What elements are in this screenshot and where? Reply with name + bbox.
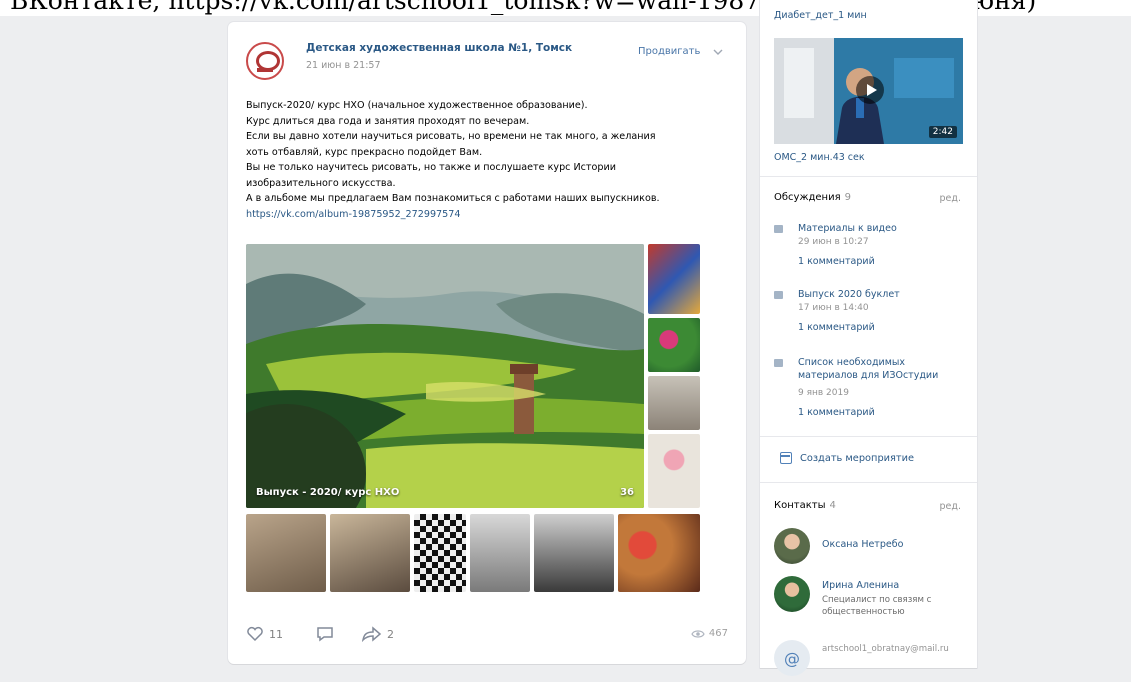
post-text-line: изобразительного искусства. bbox=[246, 177, 396, 189]
contact-item[interactable]: @ artschool1_obratnay@mail.ru bbox=[774, 640, 964, 682]
post-text-line: Вы не только научитесь рисовать, но такж… bbox=[246, 162, 616, 173]
divider bbox=[760, 176, 977, 177]
contact-item[interactable]: Ирина Аленина Специалист по связям с общ… bbox=[774, 576, 964, 618]
like-count: 11 bbox=[269, 627, 283, 641]
contacts-edit-link[interactable]: ред. bbox=[940, 501, 961, 512]
promote-button[interactable]: Продвигать bbox=[638, 46, 700, 57]
share-icon bbox=[362, 626, 382, 642]
photo-thumbnail[interactable] bbox=[618, 514, 700, 592]
album-link[interactable]: https://vk.com/album-19875952_272997574 bbox=[246, 207, 736, 223]
post-date[interactable]: 21 июн в 21:57 bbox=[306, 60, 381, 71]
photo-thumbnail[interactable] bbox=[534, 514, 614, 592]
post-actions: 11 2 467 bbox=[246, 626, 728, 650]
discussion-title[interactable]: Материалы к видео bbox=[798, 222, 964, 235]
contacts-title: Контакты bbox=[774, 500, 826, 511]
discussions-header[interactable]: Обсуждения 9 bbox=[774, 192, 851, 203]
photo-thumbnail[interactable] bbox=[648, 376, 700, 430]
comment-button[interactable] bbox=[316, 626, 334, 642]
eye-icon bbox=[691, 629, 705, 638]
contact-name[interactable]: Оксана Нетребо bbox=[822, 539, 903, 550]
discussion-date: 29 июн в 10:27 bbox=[798, 237, 869, 247]
discussion-item[interactable]: Список необходимых материалов для ИЗОсту… bbox=[774, 356, 964, 426]
share-button[interactable]: 2 bbox=[362, 626, 394, 642]
heart-icon bbox=[247, 626, 263, 642]
bottom-thumbnails bbox=[246, 514, 700, 592]
post-text-line: А в альбоме мы предлагаем Вам познакомит… bbox=[246, 193, 660, 204]
post-text-line: Выпуск-2020/ курс НХО (начальное художес… bbox=[246, 100, 588, 111]
discussion-title[interactable]: Выпуск 2020 буклет bbox=[798, 288, 964, 301]
post-text-line: Курс длиться два года и занятия проходят… bbox=[246, 115, 530, 127]
discussions-count: 9 bbox=[844, 192, 851, 203]
play-icon[interactable] bbox=[856, 76, 884, 104]
post-text-line: Если вы давно хотели научиться рисовать,… bbox=[246, 131, 656, 142]
photo-thumbnail[interactable] bbox=[648, 244, 700, 314]
contact-avatar[interactable] bbox=[774, 528, 810, 564]
discussion-item[interactable]: Материалы к видео 29 июн в 10:27 1 комме… bbox=[774, 222, 964, 272]
contact-email[interactable]: artschool1_obratnay@mail.ru bbox=[822, 644, 949, 654]
contacts-count: 4 bbox=[829, 500, 836, 511]
photo-thumbnail[interactable] bbox=[648, 318, 700, 372]
post-text: Выпуск-2020/ курс НХО (начальное художес… bbox=[246, 98, 736, 222]
album-count: 36 bbox=[620, 487, 634, 498]
discussion-comments[interactable]: 1 комментарий bbox=[798, 322, 875, 333]
topic-icon bbox=[774, 225, 783, 233]
post-author[interactable]: Детская художественная школа №1, Томск bbox=[306, 42, 572, 54]
contact-avatar[interactable] bbox=[774, 576, 810, 612]
views-counter: 467 bbox=[691, 628, 728, 639]
contact-role: Специалист по связям с общественностью bbox=[822, 595, 932, 617]
post-header: Детская художественная школа №1, Томск 2… bbox=[246, 40, 726, 84]
contact-item[interactable]: Оксана Нетребо bbox=[774, 528, 964, 570]
divider bbox=[760, 482, 977, 483]
photo-thumbnail[interactable] bbox=[648, 434, 700, 508]
photo-thumbnail[interactable] bbox=[470, 514, 530, 592]
calendar-icon bbox=[780, 452, 792, 464]
photo-thumbnail[interactable] bbox=[330, 514, 410, 592]
landscape-painting bbox=[246, 244, 644, 508]
repost-count: 2 bbox=[387, 627, 394, 641]
right-sidebar: Диабет_дет_1 мин 2:42 ОМС_2 мин.43 сек О… bbox=[760, 0, 977, 676]
discussion-comments[interactable]: 1 комментарий bbox=[798, 407, 875, 418]
comment-icon bbox=[317, 627, 333, 642]
like-button[interactable]: 11 bbox=[246, 626, 283, 642]
chevron-down-icon[interactable] bbox=[712, 46, 724, 58]
contacts-header[interactable]: Контакты 4 bbox=[774, 500, 836, 511]
discussion-title[interactable]: Список необходимых материалов для ИЗОсту… bbox=[798, 356, 964, 382]
photo-thumbnail[interactable] bbox=[246, 514, 326, 592]
discussion-comments[interactable]: 1 комментарий bbox=[798, 256, 875, 267]
video-thumbnail[interactable]: 2:42 bbox=[774, 38, 963, 144]
email-icon: @ bbox=[774, 640, 810, 676]
discussion-item[interactable]: Выпуск 2020 буклет 17 июн в 14:40 1 комм… bbox=[774, 288, 964, 338]
discussion-date: 9 янв 2019 bbox=[798, 388, 849, 398]
community-avatar[interactable] bbox=[246, 42, 284, 80]
side-thumbnails bbox=[648, 244, 700, 508]
video-caption-top[interactable]: Диабет_дет_1 мин bbox=[774, 10, 867, 21]
video-title[interactable]: ОМС_2 мин.43 сек bbox=[774, 152, 865, 163]
create-event-label: Создать мероприятие bbox=[800, 452, 915, 464]
topic-icon bbox=[774, 359, 783, 367]
create-event-button[interactable]: Создать мероприятие bbox=[780, 452, 914, 464]
divider bbox=[760, 436, 977, 437]
contact-name[interactable]: Ирина Аленина bbox=[822, 580, 899, 591]
discussions-edit-link[interactable]: ред. bbox=[940, 193, 961, 204]
discussion-date: 17 июн в 14:40 bbox=[798, 303, 869, 313]
album-title: Выпуск - 2020/ курс НХО bbox=[256, 487, 400, 498]
video-duration: 2:42 bbox=[928, 126, 957, 138]
topic-icon bbox=[774, 291, 783, 299]
discussions-title: Обсуждения bbox=[774, 192, 841, 203]
wall-post: Детская художественная школа №1, Томск 2… bbox=[228, 22, 746, 664]
photo-thumbnail[interactable] bbox=[414, 514, 466, 592]
page: ВКонтакте, https://vk.com/artschool1_tom… bbox=[0, 0, 1131, 676]
album-cover-photo[interactable]: Выпуск - 2020/ курс НХО 36 bbox=[246, 244, 644, 508]
post-text-line: хоть отбавляй, курс прекрасно подойдет В… bbox=[246, 146, 483, 158]
views-count: 467 bbox=[708, 628, 728, 639]
